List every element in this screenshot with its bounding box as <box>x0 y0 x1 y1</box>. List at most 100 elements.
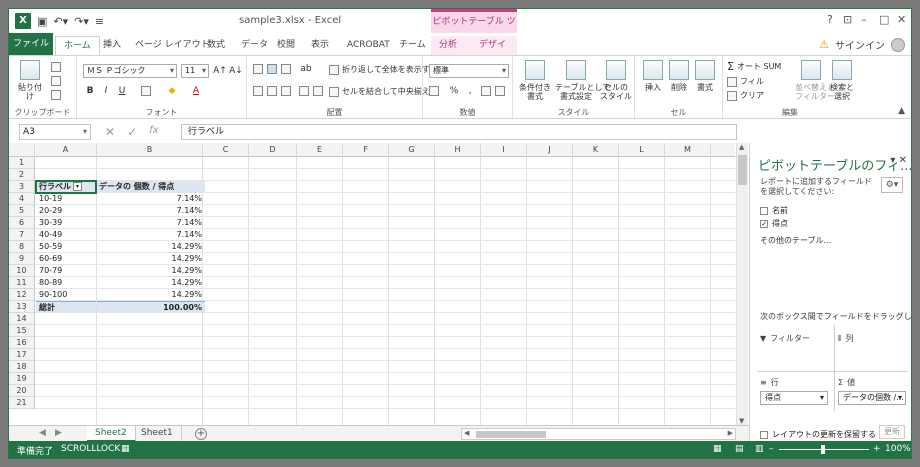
zoom-slider-thumb[interactable] <box>821 445 825 454</box>
scroll-left-icon[interactable]: ◀ <box>464 429 469 437</box>
column-header[interactable]: D <box>249 143 297 157</box>
format-cells-button[interactable]: 書式 <box>693 60 717 92</box>
pivot-row-value[interactable]: 14.29% <box>97 277 205 289</box>
pivot-row-label[interactable]: 50-59 <box>36 241 96 253</box>
zoom-level[interactable]: 100% <box>885 444 911 454</box>
row-header[interactable]: 8 <box>9 241 35 253</box>
collapse-ribbon-icon[interactable]: ▲ <box>898 106 905 116</box>
align-bottom-icon[interactable] <box>281 64 291 74</box>
pivot-row-label[interactable]: 60-69 <box>36 253 96 265</box>
autosum-button[interactable]: Σ オート SUM <box>727 60 781 73</box>
scroll-right-icon[interactable]: ▶ <box>728 429 733 437</box>
name-box[interactable]: A3 <box>19 124 91 140</box>
row-header[interactable]: 4 <box>9 193 35 205</box>
pivot-row-label[interactable]: 20-29 <box>36 205 96 217</box>
column-header[interactable]: G <box>389 143 435 157</box>
font-color-icon[interactable]: A <box>189 84 203 98</box>
values-area-field[interactable]: データの個数 /... <box>838 391 906 405</box>
update-button[interactable]: 更新 <box>879 425 905 439</box>
enter-icon[interactable]: ✓ <box>127 125 137 139</box>
sheet-tab-sheet1[interactable]: Sheet1 <box>133 426 182 442</box>
pivot-row-label[interactable]: 30-39 <box>36 217 96 229</box>
format-painter-icon[interactable] <box>51 90 61 100</box>
font-size-select[interactable]: 11 <box>181 64 209 78</box>
page-break-view-icon[interactable]: ▥ <box>755 444 764 454</box>
scroll-down-icon[interactable]: ▼ <box>739 417 744 425</box>
columns-area[interactable]: ⦀ 列 <box>838 333 854 344</box>
pivot-total-label[interactable]: 総計 <box>36 301 96 313</box>
pivot-row-value[interactable]: 14.29% <box>97 289 205 301</box>
close-icon[interactable]: ✕ <box>897 13 906 26</box>
row-header[interactable]: 15 <box>9 325 35 337</box>
sheet-tab-sheet2[interactable]: Sheet2 <box>87 426 136 442</box>
row-header[interactable]: 11 <box>9 277 35 289</box>
font-name-select[interactable]: ＭＳ Ｐゴシック <box>83 64 177 78</box>
column-header[interactable]: K <box>573 143 619 157</box>
defer-update[interactable]: レイアウトの更新を保留する <box>760 429 876 440</box>
align-center-icon[interactable] <box>267 86 277 96</box>
align-middle-icon[interactable] <box>267 64 277 74</box>
align-right-icon[interactable] <box>281 86 291 96</box>
zoom-out-icon[interactable]: – <box>769 444 774 454</box>
row-header[interactable]: 10 <box>9 265 35 277</box>
redo-icon[interactable]: ↷▾ <box>74 15 89 28</box>
increase-indent-icon[interactable] <box>313 86 323 96</box>
next-sheet-icon[interactable]: ▶ <box>55 428 62 438</box>
scroll-up-icon[interactable]: ▲ <box>739 143 744 151</box>
row-header[interactable]: 17 <box>9 349 35 361</box>
row-header[interactable]: 3 <box>9 181 35 193</box>
values-area[interactable]: Σ値 <box>838 377 855 388</box>
underline-button[interactable]: U <box>115 84 129 98</box>
pivot-row-value[interactable]: 14.29% <box>97 265 205 277</box>
pivot-total-value[interactable]: 100.00% <box>97 301 205 313</box>
pane-menu-icon[interactable]: ▾ <box>890 155 895 166</box>
conditional-format-button[interactable]: 条件付き 書式 <box>517 60 553 101</box>
tab-home[interactable]: ホーム <box>55 36 100 56</box>
column-header[interactable]: I <box>481 143 527 157</box>
row-header[interactable]: 18 <box>9 361 35 373</box>
copy-icon[interactable] <box>51 76 61 86</box>
borders-icon[interactable] <box>141 86 151 96</box>
align-top-icon[interactable] <box>253 64 263 74</box>
rows-area[interactable]: ≡ 行 <box>760 377 779 388</box>
field-name[interactable]: 名前 <box>760 205 788 216</box>
tab-formulas[interactable]: 数式 <box>199 36 233 55</box>
column-header[interactable]: E <box>297 143 343 157</box>
tab-review[interactable]: 校閲 <box>269 36 303 55</box>
worksheet-grid[interactable]: ABCDEFGHIJKLM 1 2 3 4 5 6 7 8 9 10 11 12 13 14 15 16 17 1… <box>9 143 735 425</box>
tab-acrobat[interactable]: ACROBAT <box>339 36 398 55</box>
gear-icon[interactable]: ⚙▾ <box>881 177 903 193</box>
tab-team[interactable]: チーム <box>391 36 434 55</box>
decrease-decimal-icon[interactable] <box>495 86 505 96</box>
pivot-row-value[interactable]: 7.14% <box>97 217 205 229</box>
cut-icon[interactable] <box>51 62 61 72</box>
pivot-row-label[interactable]: 70-79 <box>36 265 96 277</box>
field-name-checkbox[interactable] <box>760 206 768 215</box>
row-header[interactable]: 2 <box>9 169 35 181</box>
pivot-row-label[interactable]: 80-89 <box>36 277 96 289</box>
decrease-indent-icon[interactable] <box>299 86 309 96</box>
bold-button[interactable]: B <box>83 84 97 98</box>
italic-button[interactable]: I <box>99 84 113 98</box>
column-header[interactable]: L <box>619 143 665 157</box>
macro-record-icon[interactable]: ▦ <box>121 444 130 454</box>
orientation-icon[interactable]: ab <box>299 62 313 76</box>
increase-decimal-icon[interactable] <box>481 86 491 96</box>
pivot-row-value[interactable]: 7.14% <box>97 205 205 217</box>
paste-button[interactable]: 貼り付け <box>15 60 45 101</box>
field-score[interactable]: ✓ 得点 <box>760 218 788 229</box>
row-header[interactable]: 16 <box>9 337 35 349</box>
currency-icon[interactable] <box>429 86 439 96</box>
tab-analyze[interactable]: 分析 <box>431 36 471 55</box>
select-all-corner[interactable] <box>9 143 35 157</box>
vertical-scrollbar[interactable]: ▲ ▼ <box>736 143 748 425</box>
defer-update-checkbox[interactable] <box>760 430 768 439</box>
row-header[interactable]: 1 <box>9 157 35 169</box>
comma-button[interactable]: , <box>463 84 477 98</box>
other-tables-link[interactable]: その他のテーブル... <box>760 235 831 246</box>
cancel-icon[interactable]: ✕ <box>105 125 115 139</box>
fill-color-icon[interactable]: ◆ <box>165 84 179 98</box>
delete-cells-button[interactable]: 削除 <box>667 60 691 92</box>
number-format-select[interactable]: 標準 <box>429 64 509 78</box>
pivot-row-value[interactable]: 14.29% <box>97 241 205 253</box>
